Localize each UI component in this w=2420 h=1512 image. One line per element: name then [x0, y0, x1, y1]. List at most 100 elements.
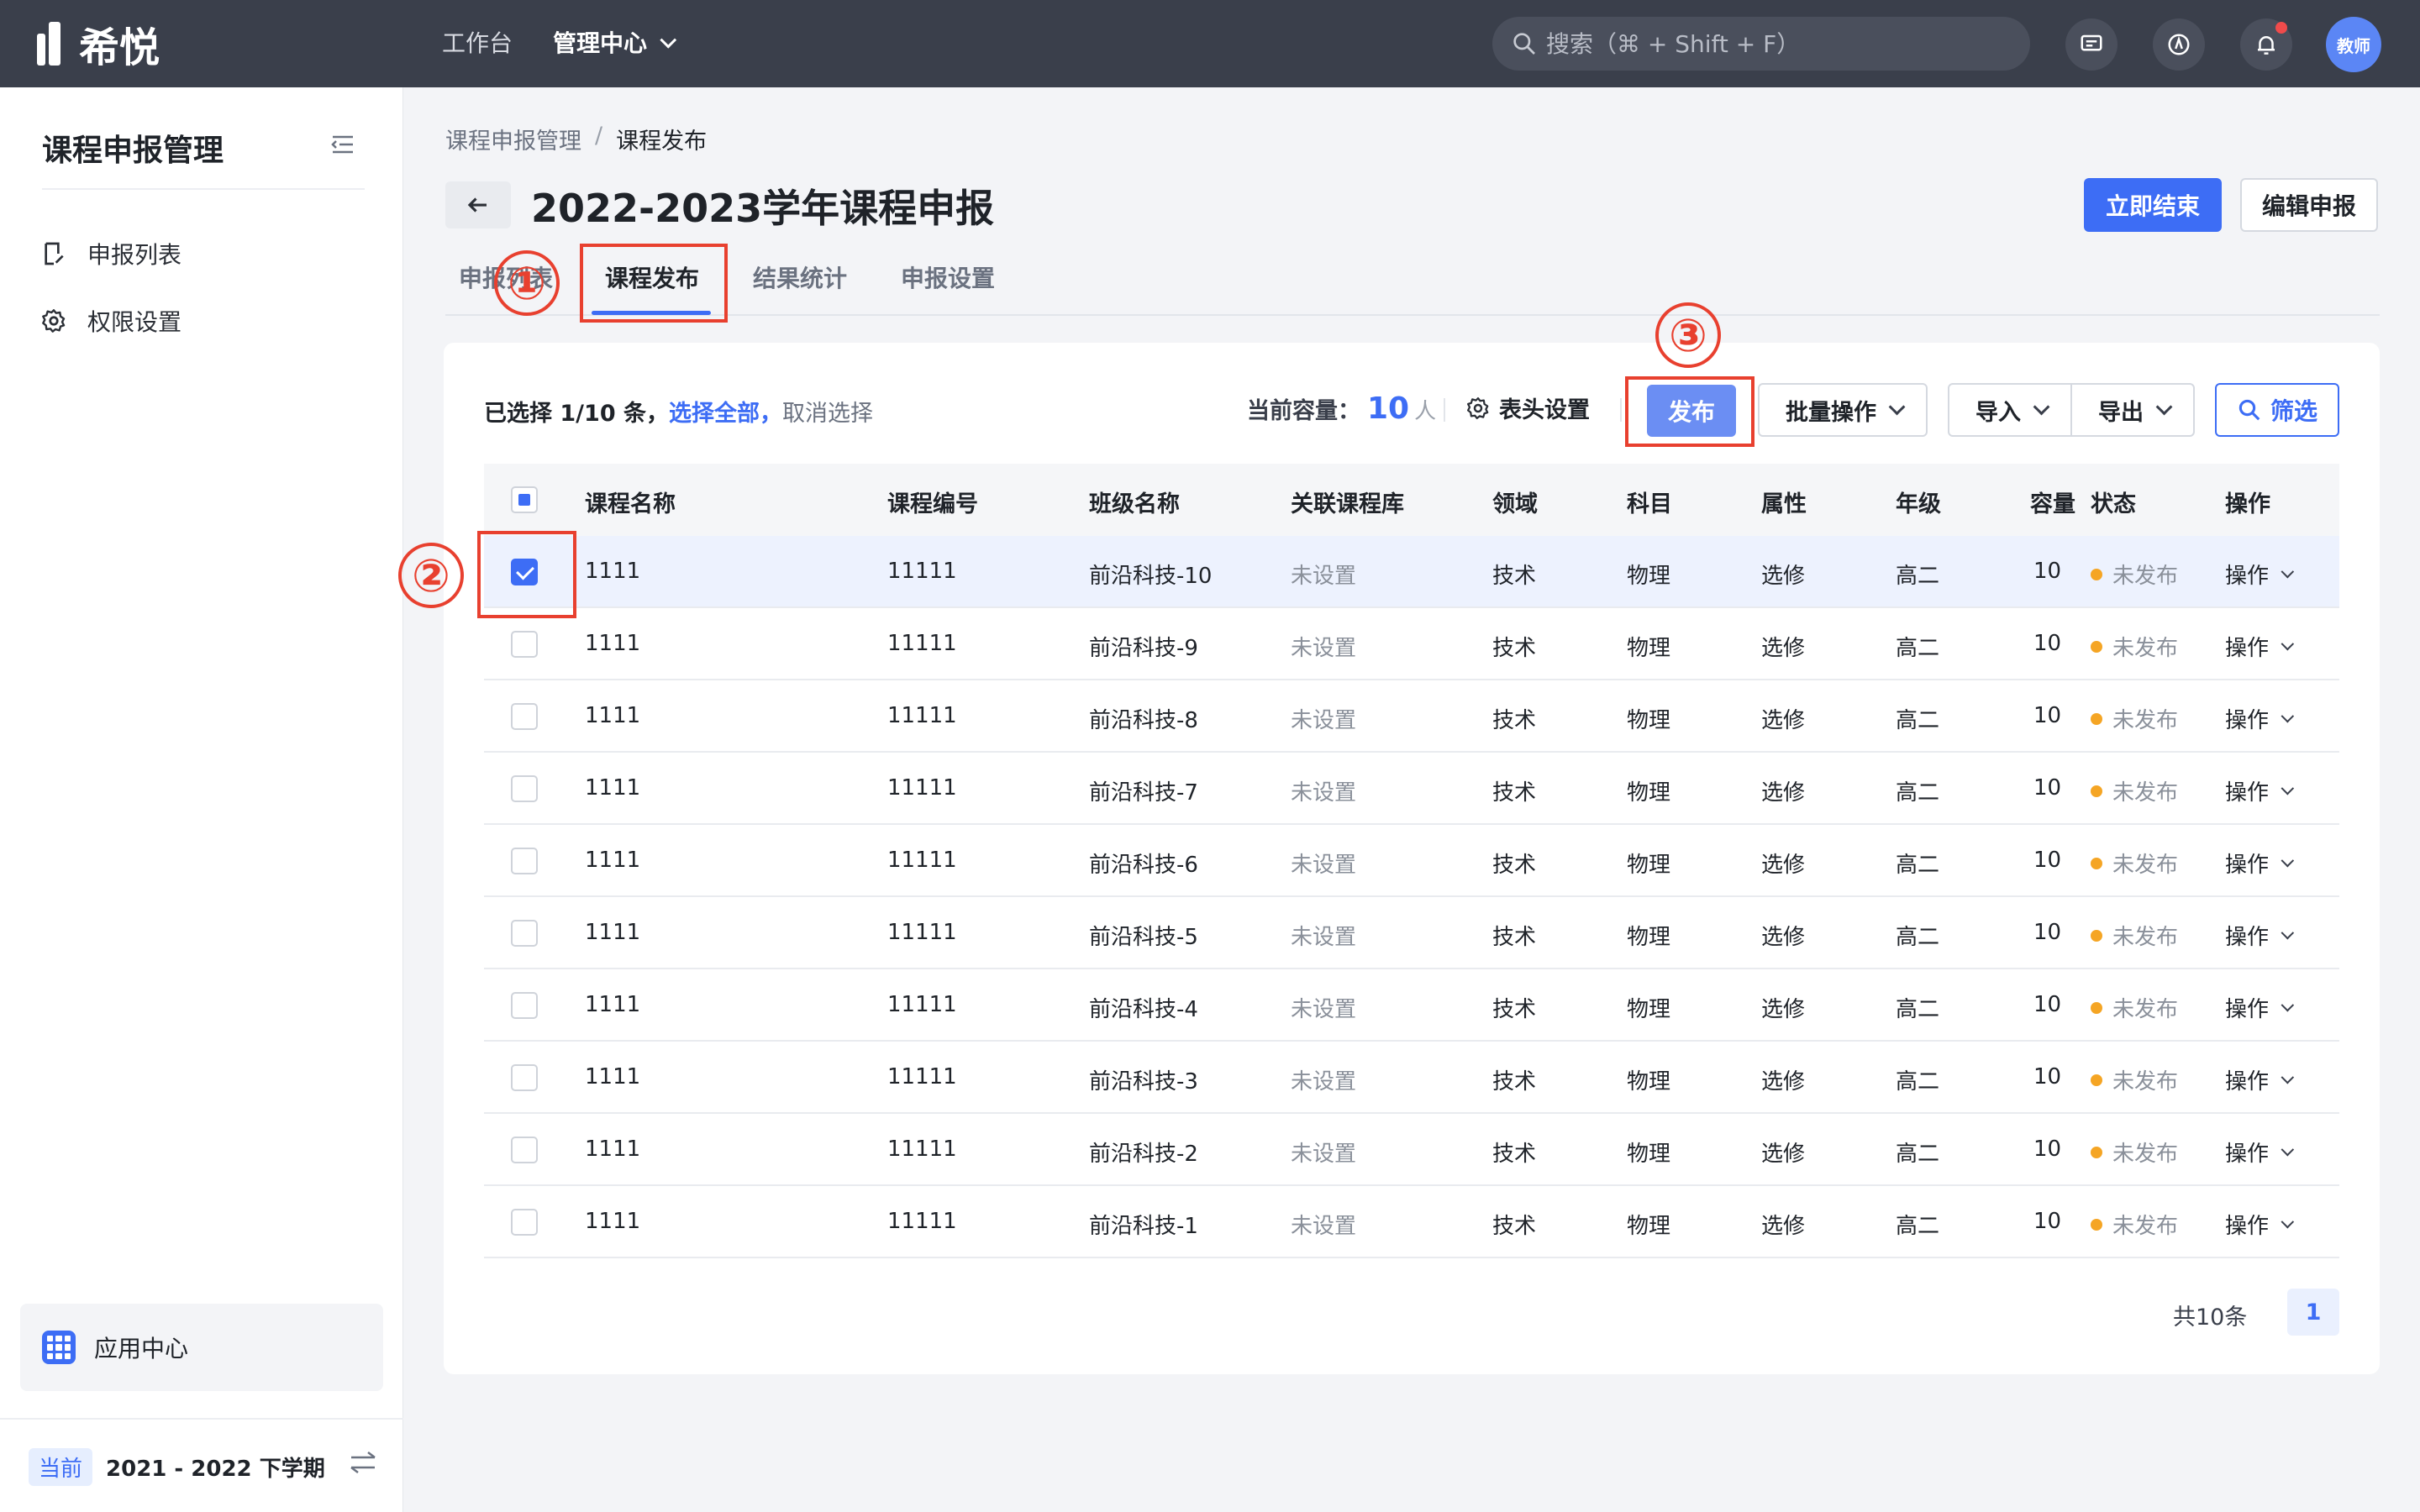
cell-subject: 物理 [1627, 1069, 1671, 1095]
status-dot-icon [2091, 857, 2102, 869]
select-all-link[interactable]: 选择全部， [669, 395, 782, 428]
sidebar-item-apply-list[interactable]: 申报列表 [40, 235, 182, 272]
cell-course-name: 1111 [585, 1064, 641, 1089]
column-header[interactable]: 属性 [1761, 486, 1807, 518]
notification-button[interactable] [2240, 18, 2292, 71]
app-center-button[interactable]: 应用中心 [20, 1304, 383, 1391]
capacity-label: 当前容量： [1247, 398, 1360, 424]
logo[interactable]: 希悦 [37, 20, 160, 71]
page-button[interactable]: 1 [2287, 1289, 2339, 1336]
nav-workbench[interactable]: 工作台 [442, 25, 513, 62]
collapse-icon[interactable] [331, 134, 355, 155]
status-badge: 未发布 [2091, 703, 2178, 734]
column-header[interactable]: 年级 [1896, 486, 1941, 518]
nav-admin-center-label: 管理中心 [553, 29, 648, 57]
tab-result-statistics[interactable]: 结果统计 [753, 260, 847, 297]
row-operation-dropdown[interactable]: 操作 [2225, 1209, 2295, 1240]
status-badge: 未发布 [2091, 775, 2178, 806]
cell-field: 技术 [1492, 1214, 1537, 1239]
column-header[interactable]: 班级名称 [1089, 486, 1180, 518]
back-button[interactable] [445, 181, 511, 228]
cell-course-code: 11111 [887, 848, 957, 873]
message-button[interactable] [2065, 18, 2118, 71]
select-all-checkbox[interactable] [511, 486, 538, 513]
status-badge: 未发布 [2091, 920, 2178, 951]
cell-field: 技术 [1492, 708, 1537, 733]
page-title: 2022-2023学年课程申报 [531, 186, 995, 231]
sidebar-item-permissions[interactable]: 权限设置 [40, 302, 182, 339]
row-checkbox[interactable] [511, 848, 538, 874]
annotation-number-3: ③ [1655, 302, 1721, 368]
import-dropdown[interactable]: 导入 [1948, 383, 2072, 437]
cancel-selection-link[interactable]: 取消选择 [782, 395, 873, 428]
row-checkbox[interactable] [511, 992, 538, 1019]
row-operation-dropdown[interactable]: 操作 [2225, 1064, 2295, 1095]
cell-field: 技术 [1492, 1069, 1537, 1095]
app-store-button[interactable] [2153, 18, 2205, 71]
column-header[interactable]: 状态 [2091, 486, 2136, 518]
tab-apply-settings[interactable]: 申报设置 [901, 260, 995, 297]
cell-subject: 物理 [1627, 636, 1671, 661]
filter-button[interactable]: 筛选 [2215, 383, 2339, 437]
operation-label: 操作 [2225, 1069, 2270, 1095]
column-header[interactable]: 领域 [1492, 486, 1538, 518]
nav-admin-center[interactable]: 管理中心 [553, 25, 677, 62]
header-settings-button[interactable]: 表头设置 [1465, 391, 1590, 424]
top-bar: 希悦 工作台 管理中心 教师 [0, 0, 2420, 87]
end-now-button[interactable]: 立即结束 [2084, 178, 2222, 232]
cell-course-library: 未设置 [1291, 1142, 1357, 1167]
switch-arrows-icon[interactable] [348, 1450, 378, 1475]
cell-course-library: 未设置 [1291, 636, 1357, 661]
row-checkbox[interactable] [511, 631, 538, 658]
annotation-box-2 [477, 531, 576, 618]
term-label: 2021 - 2022 下学期 [106, 1456, 325, 1482]
row-checkbox[interactable] [511, 1064, 538, 1091]
cell-attribute: 选修 [1761, 1214, 1806, 1239]
column-header[interactable]: 课程编号 [887, 486, 978, 518]
column-header[interactable]: 课程名称 [585, 486, 676, 518]
column-header[interactable]: 操作 [2225, 486, 2270, 518]
row-operation-dropdown[interactable]: 操作 [2225, 703, 2295, 734]
avatar[interactable]: 教师 [2326, 17, 2381, 72]
edit-application-button[interactable]: 编辑申报 [2240, 178, 2378, 232]
row-checkbox[interactable] [511, 1137, 538, 1163]
column-header[interactable]: 科目 [1627, 486, 1672, 518]
sidebar-title: 课程申报管理 [42, 134, 224, 168]
cell-capacity: 10 [2033, 848, 2062, 873]
logo-text: 希悦 [79, 24, 160, 71]
row-operation-dropdown[interactable]: 操作 [2225, 848, 2295, 879]
cell-course-code: 11111 [887, 1137, 957, 1162]
row-operation-dropdown[interactable]: 操作 [2225, 559, 2295, 590]
export-dropdown[interactable]: 导出 [2070, 383, 2195, 437]
status-label: 未发布 [2112, 925, 2179, 950]
status-badge: 未发布 [2091, 848, 2178, 879]
breadcrumb-root[interactable]: 课程申报管理 [445, 123, 581, 155]
row-operation-dropdown[interactable]: 操作 [2225, 992, 2295, 1023]
row-checkbox[interactable] [511, 775, 538, 802]
status-dot-icon [2091, 712, 2102, 725]
search-input[interactable] [1546, 29, 2017, 58]
current-tag: 当前 [29, 1447, 93, 1486]
cell-course-code: 11111 [887, 1064, 957, 1089]
row-checkbox[interactable] [511, 920, 538, 947]
cell-subject: 物理 [1627, 1214, 1671, 1239]
cell-field: 技术 [1492, 853, 1537, 878]
row-operation-dropdown[interactable]: 操作 [2225, 920, 2295, 951]
column-header[interactable]: 关联课程库 [1291, 486, 1404, 518]
row-operation-dropdown[interactable]: 操作 [2225, 1137, 2295, 1168]
cell-field: 技术 [1492, 925, 1537, 950]
cell-course-code: 11111 [887, 559, 957, 584]
batch-operations-dropdown[interactable]: 批量操作 [1758, 383, 1928, 437]
row-operation-dropdown[interactable]: 操作 [2225, 775, 2295, 806]
global-search[interactable] [1492, 17, 2030, 71]
row-checkbox[interactable] [511, 1209, 538, 1236]
arrow-left-icon [467, 197, 487, 213]
cell-class-name: 前沿科技-9 [1089, 636, 1198, 661]
column-header[interactable]: 容量 [2030, 486, 2075, 518]
cell-grade: 高二 [1896, 853, 1940, 878]
status-badge: 未发布 [2091, 1064, 2178, 1095]
row-checkbox[interactable] [511, 703, 538, 730]
row-operation-dropdown[interactable]: 操作 [2225, 631, 2295, 662]
cell-class-name: 前沿科技-5 [1089, 925, 1198, 950]
tabs-baseline [445, 314, 2380, 316]
